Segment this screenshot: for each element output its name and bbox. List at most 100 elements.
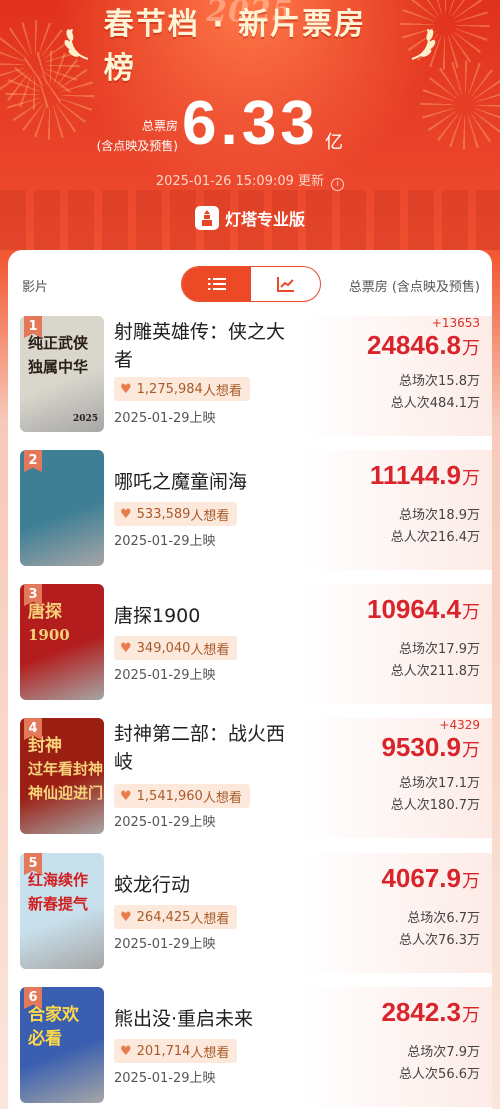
poster-text: 唐探	[28, 602, 62, 622]
shows-value: 15.8万	[438, 374, 480, 389]
want-count: 201,714	[136, 1043, 191, 1059]
film-poster[interactable]: 唐探 1900 3	[20, 584, 104, 700]
release-date: 2025-01-29上映	[114, 668, 216, 683]
poster-text: 过年看封神	[28, 760, 104, 778]
view-toggle	[181, 266, 321, 302]
total-viewers: 总人次484.1万	[391, 392, 480, 411]
total-label-line1: 总票房	[141, 119, 178, 133]
film-poster[interactable]: 2	[20, 450, 104, 566]
total-viewers: 总人次180.7万	[391, 794, 480, 813]
film-title[interactable]: 哪吒之魔童闹海	[114, 468, 314, 496]
total-shows: 总场次15.8万	[399, 370, 480, 389]
film-title-line1: 哪吒之魔童闹海	[114, 471, 248, 493]
shows-value: 6.7万	[446, 911, 480, 926]
want-count: 264,425	[136, 909, 191, 925]
film-title[interactable]: 蛟龙行动	[114, 871, 314, 899]
list-icon	[207, 278, 226, 290]
poster-text: 独属中华	[28, 358, 89, 376]
box-office-gross: 10964.4万	[367, 594, 480, 625]
column-box-office: 总票房 (含点映及预售)	[348, 280, 480, 295]
shows-value: 18.9万	[438, 508, 480, 523]
want-suffix: 人想看	[190, 642, 230, 658]
want-suffix: 人想看	[202, 383, 242, 399]
laurel-left-icon	[64, 28, 89, 60]
gross-value: 24846.8	[367, 330, 461, 360]
total-viewers: 总人次76.3万	[399, 929, 480, 948]
release-date: 2025-01-29上映	[114, 815, 216, 830]
viewers-label: 总人次	[390, 798, 430, 813]
box-office-gross: 2842.3万	[381, 997, 480, 1028]
release-date: 2025-01-29上映	[114, 411, 216, 426]
film-title-line1: 封神第二部：战火西	[114, 723, 286, 745]
total-shows: 总场次6.7万	[407, 907, 480, 926]
shows-value: 7.9万	[446, 1045, 480, 1060]
film-title[interactable]: 唐探1900	[114, 602, 314, 630]
gross-value: 11144.9	[369, 460, 461, 490]
total-viewers: 总人次56.6万	[399, 1063, 480, 1082]
lighthouse-logo-icon	[194, 206, 219, 230]
film-title[interactable]: 熊出没·重启未来	[114, 1005, 314, 1033]
info-icon[interactable]: i	[331, 178, 345, 191]
page-title: 春节档 · 新片票房榜	[60, 7, 440, 86]
gross-unit: 万	[462, 602, 480, 623]
box-office-gross: 24846.8万	[367, 330, 480, 361]
film-row[interactable]: 纯正武侠 独属中华 2025 1 射雕英雄传：侠之大 者 ♥ 1,275,984 人…	[8, 316, 492, 450]
poster-text: 新春提气	[28, 895, 89, 913]
film-row[interactable]: 2 哪吒之魔童闹海 ♥ 533,589 人想看 2025-01-29上映 111…	[8, 450, 492, 584]
film-row[interactable]: 封神 过年看封神 神仙迎进门 4 封神第二部：战火西 岐 ♥ 1,541,960 人…	[8, 718, 492, 852]
heart-icon: ♥	[120, 506, 132, 522]
gross-value: 4067.9	[381, 863, 461, 893]
want-to-watch-badge: ♥ 1,275,984 人想看	[114, 377, 250, 401]
film-title[interactable]: 封神第二部：战火西 岐	[114, 720, 314, 776]
poster-text: 红海续作	[28, 871, 89, 889]
table-header: 影片 总票房 (含点映及预售)	[8, 250, 492, 312]
viewers-value: 76.3万	[438, 933, 480, 948]
brand-name: 灯塔专业版	[224, 210, 305, 229]
update-time: 2025-01-26 15:09:09 更新 i	[0, 170, 500, 191]
release-date: 2025-01-29上映	[114, 1071, 216, 1086]
want-suffix: 人想看	[202, 790, 242, 806]
heart-icon: ♥	[120, 640, 132, 656]
film-poster[interactable]: 封神 过年看封神 神仙迎进门 4	[20, 718, 104, 834]
list-view-button[interactable]	[182, 267, 251, 301]
trend-view-button[interactable]	[251, 267, 320, 301]
total-shows: 总场次17.1万	[399, 772, 480, 791]
want-count: 1,541,960	[136, 788, 203, 804]
heart-icon: ♥	[120, 1043, 132, 1059]
film-poster[interactable]: 合家欢 必看 6	[20, 987, 104, 1103]
poster-text: 2025	[72, 413, 98, 424]
release-date: 2025-01-29上映	[114, 937, 216, 952]
shows-value: 17.9万	[438, 642, 480, 657]
poster-text: 纯正武侠	[28, 334, 89, 352]
shows-label: 总场次	[399, 642, 439, 657]
total-shows: 总场次18.9万	[399, 504, 480, 523]
heart-icon: ♥	[120, 909, 132, 925]
gross-value: 2842.3	[381, 997, 461, 1027]
film-row[interactable]: 唐探 1900 3 唐探1900 ♥ 349,040 人想看 2025-01-29…	[8, 584, 492, 718]
want-count: 349,040	[136, 640, 191, 656]
total-shows: 总场次17.9万	[399, 638, 480, 657]
want-to-watch-badge: ♥ 349,040 人想看	[114, 636, 238, 660]
poster-text: 1900	[28, 626, 70, 644]
poster-text: 神仙迎进门	[28, 784, 104, 802]
film-poster[interactable]: 纯正武侠 独属中华 2025 1	[20, 316, 104, 432]
viewers-value: 211.8万	[429, 664, 480, 679]
header-banner: 2025 春节档 · 新片票房榜 总票房 (含点映及预售) 6.33 亿 202…	[0, 0, 500, 250]
want-to-watch-badge: ♥ 533,589 人想看	[114, 502, 238, 526]
ranking-panel: 影片 总票房 (含点映及预售) 纯正武侠 独属中华 2025 1 射雕英雄传：侠…	[8, 250, 492, 1109]
film-row[interactable]: 红海续作 新春提气 5 蛟龙行动 ♥ 264,425 人想看 2025-01-29…	[8, 853, 492, 987]
film-row[interactable]: 合家欢 必看 6 熊出没·重启未来 ♥ 201,714 人想看 2025-01-2…	[8, 987, 492, 1109]
shows-label: 总场次	[399, 776, 439, 791]
viewers-label: 总人次	[399, 1067, 439, 1082]
film-poster[interactable]: 红海续作 新春提气 5	[20, 853, 104, 969]
shows-value: 17.1万	[438, 776, 480, 791]
update-timestamp: 2025-01-26 15:09:09	[155, 174, 294, 189]
total-label-line2: (含点映及预售)	[96, 139, 178, 153]
film-title[interactable]: 射雕英雄传：侠之大 者	[114, 318, 314, 374]
brand: 灯塔专业版	[0, 203, 500, 233]
film-title-line2: 岐	[114, 751, 134, 773]
total-viewers: 总人次216.4万	[391, 526, 480, 545]
shows-label: 总场次	[407, 1045, 447, 1060]
viewers-value: 56.6万	[438, 1067, 480, 1082]
want-to-watch-badge: ♥ 1,541,960 人想看	[114, 784, 250, 808]
